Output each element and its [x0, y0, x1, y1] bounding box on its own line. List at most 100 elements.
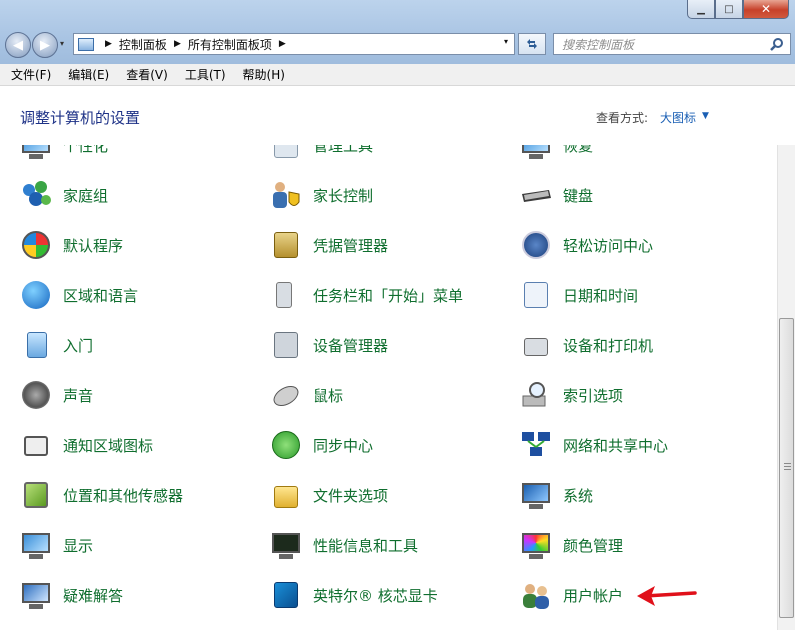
menu-file[interactable]: 文件(F)	[5, 66, 57, 83]
control-panel-icon	[78, 37, 94, 51]
search-input[interactable]: 搜索控制面板	[553, 33, 791, 55]
notification-area-icon	[19, 428, 53, 462]
magnifier-icon	[519, 378, 553, 412]
item-row: 个性化 管理工具 恢复	[0, 145, 777, 170]
breadcrumb-separator[interactable]: ▶	[279, 39, 286, 49]
vertical-scrollbar[interactable]	[777, 145, 795, 630]
recovery-icon	[519, 145, 553, 162]
item-system[interactable]: 系统	[519, 470, 593, 520]
item-sync-center[interactable]: 同步中心	[269, 420, 373, 470]
getting-started-icon	[19, 328, 53, 362]
parental-controls-icon	[269, 178, 303, 212]
item-keyboard[interactable]: 键盘	[519, 170, 593, 220]
item-personalization[interactable]: 个性化	[19, 145, 108, 170]
item-date-time[interactable]: 日期和时间	[519, 270, 638, 320]
network-icon	[519, 428, 553, 462]
item-network-sharing[interactable]: 网络和共享中心	[519, 420, 668, 470]
item-performance[interactable]: 性能信息和工具	[269, 520, 418, 570]
item-region-language[interactable]: 区域和语言	[19, 270, 138, 320]
item-display[interactable]: 显示	[19, 520, 93, 570]
menu-tools[interactable]: 工具(T)	[179, 66, 232, 83]
item-sound[interactable]: 声音	[19, 370, 93, 420]
item-recovery[interactable]: 恢复	[519, 145, 593, 170]
minimize-button[interactable]: ▁	[687, 0, 715, 19]
window-controls: ▁ □ ✕	[687, 0, 789, 19]
color-management-icon	[519, 528, 553, 562]
intel-graphics-icon	[269, 578, 303, 612]
credential-manager-icon	[269, 228, 303, 262]
menu-edit[interactable]: 编辑(E)	[62, 66, 115, 83]
sensor-icon	[19, 478, 53, 512]
window-titlebar: ▁ □ ✕ ◀ ▶ ▾ ▶ 控制面板 ▶ 所有控制面板项 ▶ ▾ 搜索控制面板	[0, 0, 795, 64]
admin-tools-icon	[269, 145, 303, 162]
dropdown-arrow-icon[interactable]: ▼	[702, 111, 709, 121]
breadcrumb-separator[interactable]: ▶	[105, 39, 112, 49]
troubleshooting-icon	[19, 578, 53, 612]
search-icon[interactable]	[770, 37, 784, 55]
item-admin-tools[interactable]: 管理工具	[269, 145, 373, 170]
control-panel-items: 个性化 管理工具 恢复 家庭组 家长控制 键盘 默认程序 凭据管理器 轻松访问中…	[0, 145, 777, 630]
sync-icon	[269, 428, 303, 462]
view-by-label: 查看方式:	[596, 111, 649, 125]
item-credential-manager[interactable]: 凭据管理器	[269, 220, 388, 270]
recent-pages-dropdown[interactable]: ▾	[60, 39, 64, 48]
mouse-icon	[269, 378, 303, 412]
search-placeholder: 搜索控制面板	[562, 37, 635, 52]
display-icon	[19, 528, 53, 562]
forward-button[interactable]: ▶	[32, 32, 58, 58]
close-button[interactable]: ✕	[743, 0, 789, 19]
default-programs-icon	[19, 228, 53, 262]
globe-clock-icon	[19, 278, 53, 312]
homegroup-icon	[19, 178, 53, 212]
keyboard-icon	[519, 178, 553, 212]
item-mouse[interactable]: 鼠标	[269, 370, 343, 420]
ease-of-access-icon	[519, 228, 553, 262]
folder-icon	[269, 478, 303, 512]
refresh-icon	[527, 39, 537, 49]
item-folder-options[interactable]: 文件夹选项	[269, 470, 388, 520]
breadcrumb-all-items[interactable]: 所有控制面板项	[188, 36, 272, 53]
item-indexing-options[interactable]: 索引选项	[519, 370, 623, 420]
item-ease-of-access[interactable]: 轻松访问中心	[519, 220, 653, 270]
item-getting-started[interactable]: 入门	[19, 320, 93, 370]
view-by-dropdown[interactable]: 大图标	[660, 109, 696, 126]
breadcrumb-control-panel[interactable]: 控制面板	[119, 36, 167, 53]
item-device-manager[interactable]: 设备管理器	[269, 320, 388, 370]
back-button[interactable]: ◀	[5, 32, 31, 58]
content-header: 调整计算机的设置 查看方式: 大图标 ▼	[0, 87, 795, 145]
device-manager-icon	[269, 328, 303, 362]
item-row: 家庭组 家长控制 键盘	[0, 170, 777, 220]
refresh-button[interactable]	[518, 33, 546, 55]
menu-view[interactable]: 查看(V)	[120, 66, 174, 83]
page-title: 调整计算机的设置	[20, 109, 141, 127]
user-accounts-icon	[519, 578, 553, 612]
address-dropdown[interactable]: ▾	[504, 37, 508, 46]
item-row: 通知区域图标 同步中心 网络和共享中心	[0, 420, 777, 470]
item-intel-graphics[interactable]: 英特尔® 核芯显卡	[269, 570, 438, 620]
item-location-sensors[interactable]: 位置和其他传感器	[19, 470, 183, 520]
scrollbar-thumb[interactable]	[779, 318, 794, 618]
calendar-clock-icon	[519, 278, 553, 312]
menu-bar: 文件(F) 编辑(E) 查看(V) 工具(T) 帮助(H)	[0, 64, 795, 86]
item-row: 区域和语言 任务栏和「开始」菜单 日期和时间	[0, 270, 777, 320]
item-devices-printers[interactable]: 设备和打印机	[519, 320, 653, 370]
item-parental-controls[interactable]: 家长控制	[269, 170, 373, 220]
item-row: 显示 性能信息和工具 颜色管理	[0, 520, 777, 570]
address-bar[interactable]: ▶ 控制面板 ▶ 所有控制面板项 ▶ ▾	[73, 33, 515, 55]
item-row: 入门 设备管理器 设备和打印机	[0, 320, 777, 370]
maximize-button[interactable]: □	[715, 0, 743, 19]
item-row: 声音 鼠标 索引选项	[0, 370, 777, 420]
item-user-accounts[interactable]: 用户帐户	[519, 570, 623, 620]
item-homegroup[interactable]: 家庭组	[19, 170, 108, 220]
item-notification-icons[interactable]: 通知区域图标	[19, 420, 153, 470]
speaker-icon	[19, 378, 53, 412]
menu-help[interactable]: 帮助(H)	[237, 66, 291, 83]
item-color-management[interactable]: 颜色管理	[519, 520, 623, 570]
breadcrumb-separator[interactable]: ▶	[174, 39, 181, 49]
item-default-programs[interactable]: 默认程序	[19, 220, 123, 270]
performance-icon	[269, 528, 303, 562]
personalization-icon	[19, 145, 53, 162]
item-troubleshooting[interactable]: 疑难解答	[19, 570, 123, 620]
item-taskbar-start-menu[interactable]: 任务栏和「开始」菜单	[269, 270, 463, 320]
printer-icon	[519, 328, 553, 362]
